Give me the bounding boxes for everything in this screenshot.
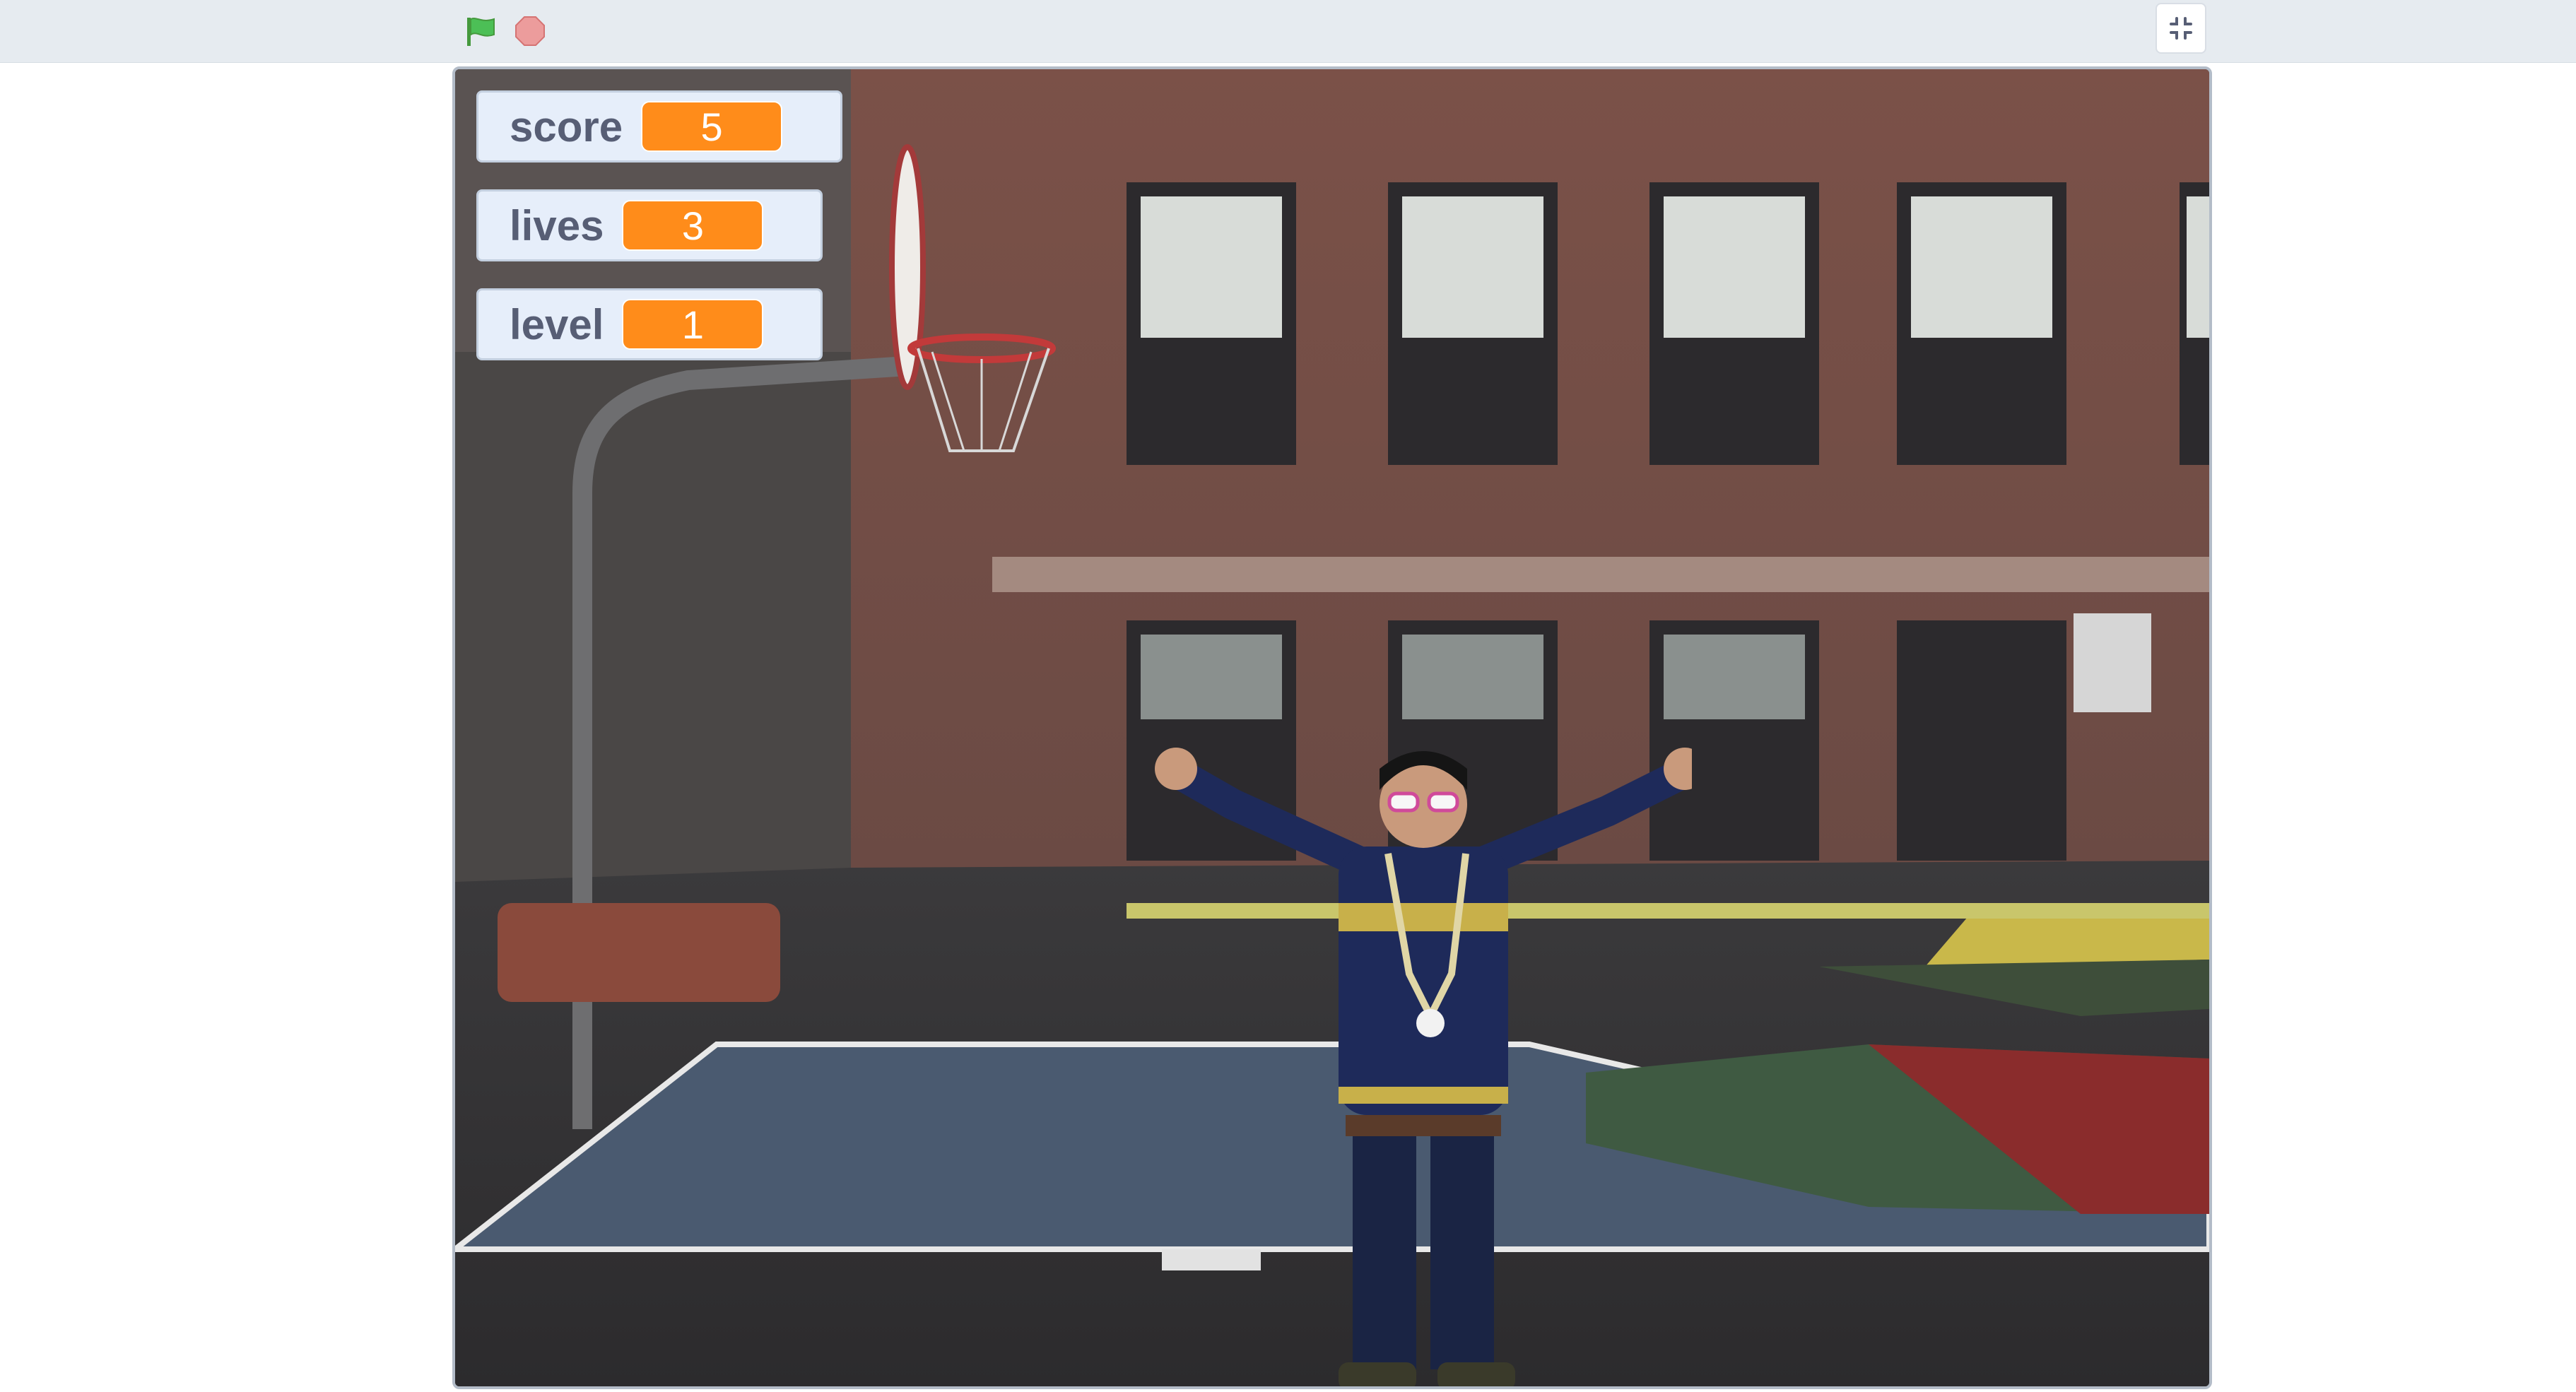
green-flag-icon [467,18,495,46]
score-value: 5 [641,101,783,152]
green-flag-button[interactable] [459,10,502,52]
lives-value: 3 [622,200,764,251]
exit-fullscreen-button[interactable] [2156,3,2206,54]
level-monitor[interactable]: level 1 [476,288,823,360]
game-stage[interactable]: score 5 lives 3 level 1 [452,66,2212,1389]
score-monitor[interactable]: score 5 [476,90,842,163]
score-label: score [510,102,623,151]
player-sprite[interactable] [1127,691,1692,1389]
exit-fullscreen-icon [2170,17,2192,40]
stop-button[interactable] [509,10,551,52]
stage-header [0,0,2576,63]
lives-label: lives [510,201,604,249]
lives-monitor[interactable]: lives 3 [476,189,823,261]
level-value: 1 [622,299,764,350]
stop-sign-icon [515,16,545,46]
level-label: level [510,300,604,348]
